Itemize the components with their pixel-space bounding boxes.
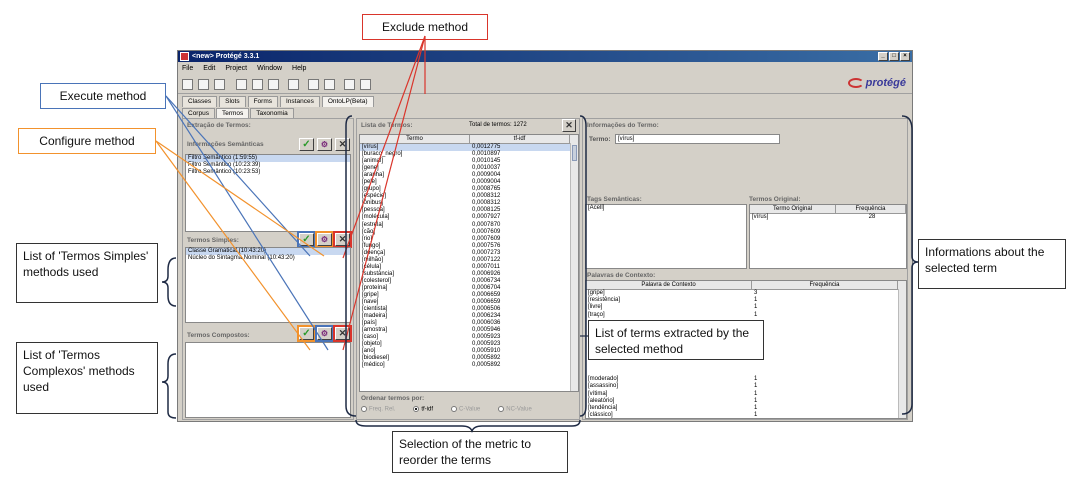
annotation-lines [155, 35, 919, 434]
